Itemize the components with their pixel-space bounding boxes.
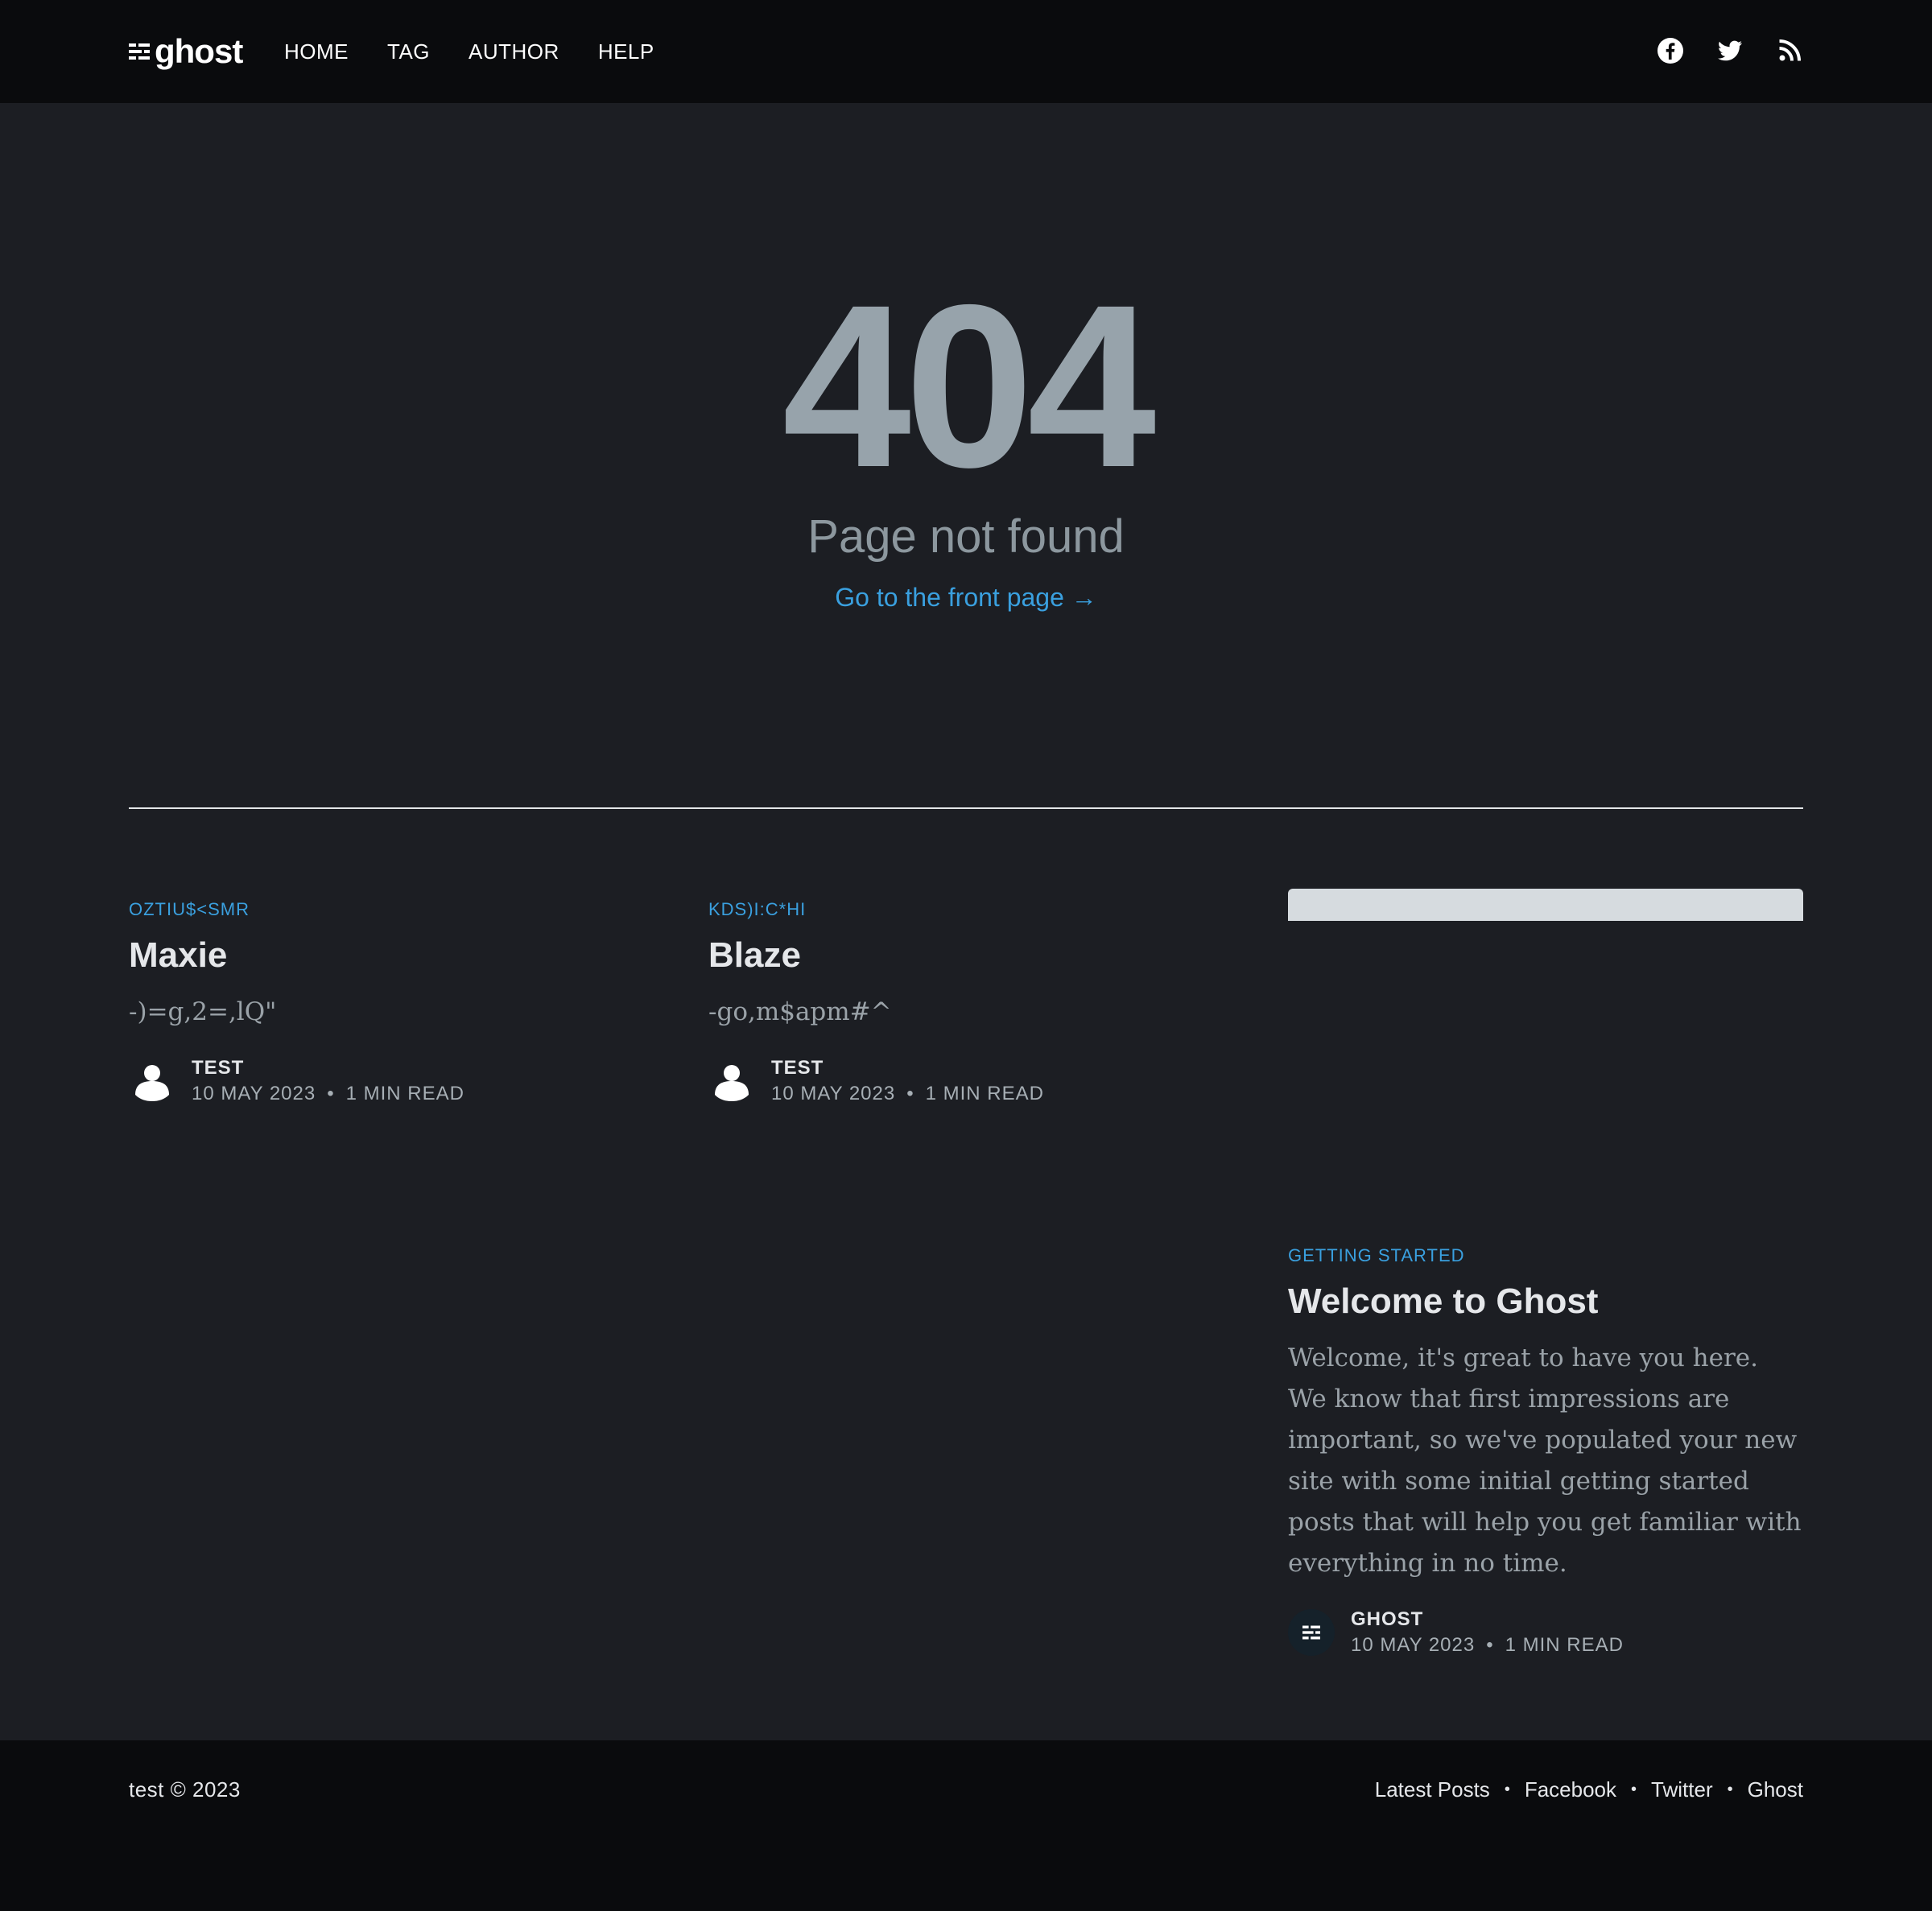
reading-time: 1 MIN READ: [1505, 1634, 1624, 1656]
error-message: Page not found: [807, 510, 1125, 563]
footer-separator: •: [1631, 1781, 1637, 1798]
post-author[interactable]: TEST: [771, 1057, 1044, 1079]
post-date: 10 MAY 2023: [1351, 1634, 1476, 1656]
post-link[interactable]: Blaze -go,m$apm#^: [708, 934, 1224, 1033]
post-meta: GHOST 10 MAY 2023 • 1 MIN READ: [1288, 1608, 1803, 1657]
section-divider: [129, 807, 1803, 809]
footer-link-ghost[interactable]: Ghost: [1748, 1777, 1803, 1802]
reading-time: 1 MIN READ: [345, 1083, 464, 1104]
twitter-icon: [1718, 40, 1742, 61]
copyright: test © 2023: [129, 1777, 241, 1802]
post-date-line: 10 MAY 2023 • 1 MIN READ: [1351, 1634, 1624, 1657]
post-title: Blaze: [708, 935, 801, 975]
footer-nav: Latest Posts • Facebook • Twitter • Ghos…: [1375, 1777, 1803, 1802]
nav-author[interactable]: AUTHOR: [469, 37, 559, 66]
error-code: 404: [782, 257, 1157, 516]
post-date: 10 MAY 2023: [192, 1083, 316, 1104]
meta-separator: •: [327, 1083, 335, 1104]
footer-separator: •: [1504, 1781, 1510, 1798]
reading-time: 1 MIN READ: [925, 1083, 1044, 1104]
nav-help[interactable]: HELP: [598, 37, 654, 66]
post-date: 10 MAY 2023: [771, 1083, 896, 1104]
ghost-logo-icon: [129, 43, 150, 60]
post-tag[interactable]: KDS)I:C*HI: [708, 899, 806, 919]
post-feature-image[interactable]: [1288, 889, 1803, 921]
post-author[interactable]: TEST: [192, 1057, 464, 1079]
post-meta: TEST 10 MAY 2023 • 1 MIN READ: [708, 1057, 1224, 1105]
author-avatar[interactable]: [129, 1058, 175, 1104]
post-excerpt: -)=g,2=,lQ": [129, 997, 277, 1026]
facebook-icon: [1657, 38, 1683, 64]
rss-icon: [1779, 39, 1801, 61]
nav-home[interactable]: HOME: [284, 37, 349, 66]
footer-separator: •: [1727, 1781, 1733, 1798]
post-author[interactable]: GHOST: [1351, 1608, 1624, 1631]
post-link[interactable]: Welcome to Ghost Welcome, it's great to …: [1288, 1280, 1803, 1584]
post-tag[interactable]: GETTING STARTED: [1288, 1245, 1465, 1265]
front-page-link[interactable]: Go to the front page →: [835, 581, 1097, 613]
post-card: GETTING STARTED Welcome to Ghost Welcome…: [1288, 1244, 1803, 1657]
footer-link-twitter[interactable]: Twitter: [1651, 1777, 1713, 1802]
footer-link-facebook[interactable]: Facebook: [1525, 1777, 1616, 1802]
post-tag[interactable]: OZTIU$<SMR: [129, 899, 250, 919]
facebook-link[interactable]: [1657, 37, 1684, 64]
post-link[interactable]: Maxie -)=g,2=,lQ": [129, 934, 644, 1033]
logo-text: ghost: [155, 32, 243, 70]
error-section: 404 Page not found Go to the front page …: [0, 257, 1932, 613]
post-date-line: 10 MAY 2023 • 1 MIN READ: [192, 1083, 464, 1105]
rss-link[interactable]: [1776, 37, 1803, 64]
nav-tag[interactable]: TAG: [387, 37, 430, 66]
author-avatar[interactable]: [708, 1058, 755, 1104]
post-card: OZTIU$<SMR Maxie -)=g,2=,lQ" TEST 10 MAY…: [129, 898, 644, 1105]
site-footer: test © 2023 Latest Posts • Facebook • Tw…: [0, 1740, 1932, 1911]
author-avatar[interactable]: [1288, 1609, 1335, 1656]
post-card: KDS)I:C*HI Blaze -go,m$apm#^ TEST 10 MAY…: [708, 898, 1224, 1105]
post-excerpt: -go,m$apm#^: [708, 997, 892, 1026]
main-nav: HOME TAG AUTHOR HELP: [284, 37, 654, 66]
post-title: Maxie: [129, 935, 228, 975]
ghost-logo[interactable]: ghost: [129, 32, 243, 71]
footer-link-latest-posts[interactable]: Latest Posts: [1375, 1777, 1490, 1802]
meta-separator: •: [906, 1083, 914, 1104]
social-links: [1657, 37, 1803, 64]
meta-separator: •: [1486, 1634, 1494, 1656]
post-title: Welcome to Ghost: [1288, 1282, 1599, 1321]
twitter-link[interactable]: [1716, 37, 1744, 64]
user-icon: [715, 1065, 749, 1101]
user-icon: [135, 1065, 169, 1101]
post-date-line: 10 MAY 2023 • 1 MIN READ: [771, 1083, 1044, 1105]
site-header: ghost HOME TAG AUTHOR HELP: [0, 0, 1932, 103]
post-excerpt: Welcome, it's great to have you here. We…: [1288, 1343, 1802, 1578]
ghost-logo-icon: [1302, 1625, 1320, 1640]
post-meta: TEST 10 MAY 2023 • 1 MIN READ: [129, 1057, 644, 1105]
